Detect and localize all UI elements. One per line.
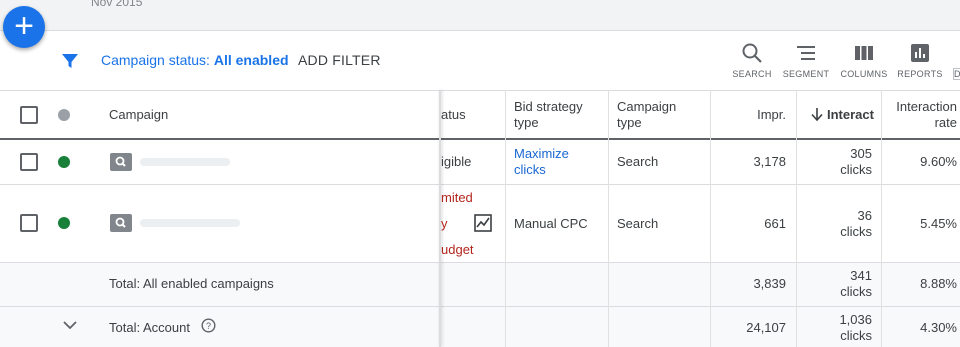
redacted-campaign-name[interactable]	[140, 158, 230, 166]
search-icon	[742, 43, 762, 63]
interactions-count: 36	[857, 208, 872, 223]
add-filter-button[interactable]: ADD FILTER	[298, 52, 381, 68]
header-interaction-rate-line1: Interaction	[896, 99, 957, 114]
segment-tool-label: SEGMENT	[782, 69, 830, 79]
search-tool-label: SEARCH	[732, 69, 772, 79]
total-enabled-label: Total: All enabled campaigns	[109, 276, 274, 291]
table-top-border	[0, 90, 960, 91]
impressions-value: 661	[764, 216, 786, 231]
more-tool-label: D	[954, 69, 960, 79]
bid-strategy-value: Manual CPC	[514, 216, 588, 231]
header-interactions-label: Interact	[827, 107, 874, 122]
header-campaign[interactable]: Campaign	[109, 107, 168, 123]
redacted-campaign-name[interactable]	[140, 219, 240, 227]
total-enabled-impressions: 3,839	[753, 276, 786, 291]
trend-chart-icon[interactable]	[474, 214, 492, 232]
segment-icon	[797, 46, 815, 60]
reports-tool-label: REPORTS	[897, 69, 943, 79]
header-campaign-type-line1: Campaign	[617, 99, 677, 114]
status-header-dot	[58, 109, 70, 121]
interactions-value: 36 clicks	[800, 208, 872, 240]
interactions-unit: clicks	[840, 162, 872, 177]
header-bid-strategy-line2: type	[514, 115, 539, 130]
search-tool-button[interactable]: SEARCH	[722, 40, 782, 79]
impressions-value: 3,178	[753, 154, 786, 169]
row-status: igible	[441, 154, 472, 169]
create-campaign-fab[interactable]: +	[3, 6, 45, 48]
row-checkbox[interactable]	[20, 153, 38, 171]
column-divider	[796, 90, 797, 347]
header-bid-strategy[interactable]: Bid strategy type	[514, 99, 583, 131]
header-campaign-type[interactable]: Campaign type	[617, 99, 676, 131]
total-enabled-interactions: 341 clicks	[800, 268, 872, 300]
campaign-type-value: Search	[617, 154, 659, 169]
search-campaign-icon	[110, 153, 132, 171]
total-enabled-interactions-unit: clicks	[840, 284, 872, 299]
help-icon[interactable]: ?	[201, 318, 216, 333]
row-divider	[0, 262, 960, 263]
columns-icon	[855, 46, 873, 60]
total-account-interactions: 1,036 clicks	[800, 312, 872, 344]
bid-strategy-line1: Maximize	[514, 146, 569, 161]
bid-strategy-link[interactable]: Maximize clicks	[514, 146, 569, 178]
interaction-rate-value: 5.45%	[920, 216, 957, 231]
row-divider	[0, 184, 960, 185]
date-range-label: Nov 2015	[91, 0, 143, 9]
header-status[interactable]: atus	[441, 107, 466, 123]
interactions-unit: clicks	[840, 224, 872, 239]
header-bottom-border	[0, 138, 960, 140]
columns-tool-button[interactable]: COLUMNS	[834, 40, 894, 79]
header-interactions[interactable]: Interact	[811, 107, 881, 123]
row-divider	[0, 306, 960, 307]
campaign-status-value: All enabled	[213, 52, 289, 68]
header-interaction-rate[interactable]: Interaction rate	[884, 99, 957, 131]
column-divider	[505, 90, 506, 347]
row-status-budget: udget	[441, 242, 474, 257]
total-enabled-interactions-count: 341	[850, 268, 872, 283]
header-bid-strategy-line1: Bid strategy	[514, 99, 583, 114]
column-divider	[881, 90, 882, 347]
column-divider	[710, 90, 711, 347]
chevron-down-icon[interactable]	[63, 320, 77, 330]
bid-strategy-line2: clicks	[514, 162, 546, 177]
total-account-interactions-unit: clicks	[840, 328, 872, 343]
header-campaign-type-line2: type	[617, 115, 642, 130]
row-status-by: y	[441, 216, 448, 231]
campaign-status-prefix: Campaign status:	[101, 52, 214, 68]
segment-tool-button[interactable]: SEGMENT	[776, 40, 836, 79]
svg-text:?: ?	[206, 321, 211, 331]
enabled-status-dot	[58, 156, 70, 168]
columns-tool-label: COLUMNS	[840, 69, 888, 79]
total-account-rate: 4.30%	[920, 320, 957, 335]
header-interaction-rate-line2: rate	[934, 115, 957, 130]
filter-icon[interactable]	[60, 51, 80, 71]
sort-descending-icon	[811, 108, 823, 122]
reports-icon	[911, 44, 929, 62]
enabled-status-dot	[58, 217, 70, 229]
select-all-checkbox[interactable]	[20, 106, 38, 124]
reports-tool-button[interactable]: REPORTS	[890, 40, 950, 79]
row-status-limited: mited	[441, 190, 473, 205]
header-impressions[interactable]: Impr.	[720, 107, 786, 123]
total-enabled-rate: 8.88%	[920, 276, 957, 291]
column-divider	[608, 90, 609, 347]
total-account-interactions-count: 1,036	[839, 312, 872, 327]
interaction-rate-value: 9.60%	[920, 154, 957, 169]
total-account-label: Total: Account	[109, 320, 190, 335]
campaign-status-filter[interactable]: Campaign status: All enabled	[101, 52, 289, 68]
row-checkbox[interactable]	[20, 214, 38, 232]
total-account-impressions: 24,107	[746, 320, 786, 335]
search-campaign-icon	[110, 214, 132, 232]
interactions-count: 305	[850, 146, 872, 161]
campaign-type-value: Search	[617, 216, 659, 231]
date-range-bar	[0, 0, 960, 31]
interactions-value: 305 clicks	[800, 146, 872, 178]
